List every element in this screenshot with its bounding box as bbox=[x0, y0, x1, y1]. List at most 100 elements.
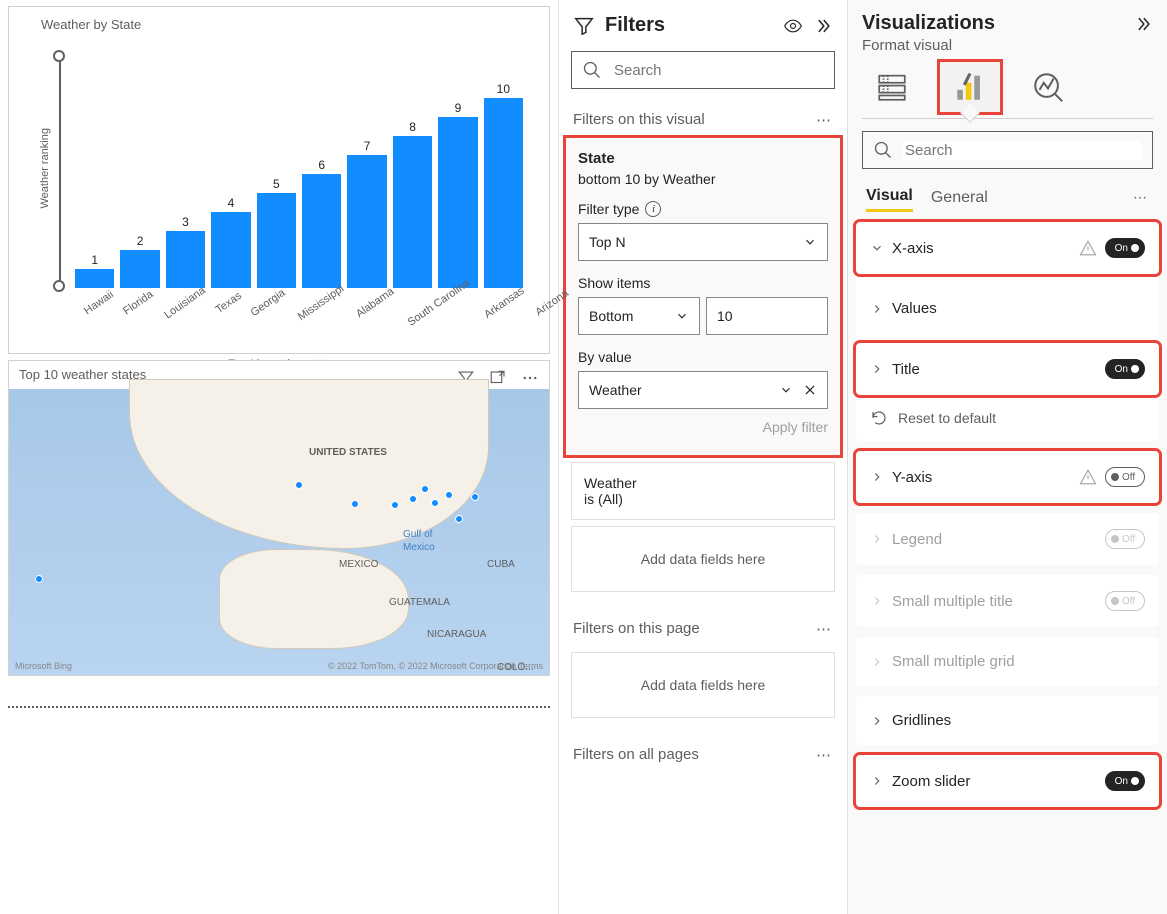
chevron-down-icon bbox=[675, 309, 689, 323]
bar[interactable]: 4 bbox=[211, 196, 250, 288]
chevron-right-icon bbox=[870, 774, 884, 788]
format-yaxis-row[interactable]: Y-axis Off bbox=[856, 451, 1159, 503]
bar-value-label: 5 bbox=[273, 177, 280, 191]
bar-rect bbox=[484, 98, 523, 288]
more-options-icon[interactable]: ⋯ bbox=[816, 746, 833, 764]
bar-chart-visual[interactable]: Weather by State Weather ranking 1 2 3 4 5 6 7… bbox=[8, 6, 550, 354]
more-options-icon[interactable] bbox=[517, 365, 543, 391]
search-icon bbox=[873, 140, 893, 160]
chevron-right-icon bbox=[870, 470, 884, 484]
viz-search-box[interactable] bbox=[862, 131, 1153, 169]
bar-value-label: 6 bbox=[318, 158, 325, 172]
bar-value-label: 10 bbox=[497, 82, 510, 96]
bar[interactable]: 2 bbox=[120, 234, 159, 288]
yaxis-toggle[interactable]: Off bbox=[1105, 467, 1145, 487]
clear-icon[interactable] bbox=[803, 383, 817, 397]
format-visual-tab[interactable] bbox=[940, 62, 1000, 112]
by-value-select[interactable]: Weather bbox=[578, 371, 828, 409]
more-options-icon[interactable]: ⋯ bbox=[1133, 189, 1149, 206]
format-legend-row[interactable]: Legend Off bbox=[856, 513, 1159, 565]
reset-to-default-button[interactable]: Reset to default bbox=[856, 395, 1159, 441]
add-fields-dropzone[interactable]: Add data fields here bbox=[571, 652, 835, 718]
filters-pane: Filters Filters on this visual ⋯ State b… bbox=[558, 0, 847, 914]
bar[interactable]: 9 bbox=[438, 101, 477, 288]
filter-field-name: Weather bbox=[584, 475, 822, 491]
format-values-row[interactable]: Values bbox=[856, 284, 1159, 333]
filter-icon bbox=[573, 15, 595, 37]
reset-icon bbox=[870, 409, 888, 427]
bar[interactable]: 3 bbox=[166, 215, 205, 288]
filter-card-state[interactable]: State bottom 10 by Weather Filter type i… bbox=[565, 137, 841, 456]
bar[interactable]: 6 bbox=[302, 158, 341, 288]
bar[interactable]: 10 bbox=[484, 82, 523, 288]
map-attribution-left: Microsoft Bing bbox=[15, 661, 72, 671]
more-options-icon[interactable]: ⋯ bbox=[816, 111, 833, 129]
format-small-multiple-grid-row[interactable]: Small multiple grid bbox=[856, 637, 1159, 686]
eye-icon[interactable] bbox=[783, 16, 803, 36]
build-visual-tab[interactable] bbox=[862, 62, 922, 112]
chevron-right-icon bbox=[870, 594, 884, 608]
warning-icon bbox=[1079, 468, 1097, 486]
chart-title: Weather by State bbox=[41, 17, 529, 32]
format-gridlines-row[interactable]: Gridlines bbox=[856, 696, 1159, 745]
collapse-pane-icon[interactable] bbox=[813, 16, 833, 36]
bar[interactable]: 7 bbox=[347, 139, 386, 288]
filter-type-label: Filter type bbox=[578, 201, 639, 217]
map-visual[interactable]: Top 10 weather states UNITED STATES MEXI… bbox=[8, 360, 550, 676]
bar-value-label: 3 bbox=[182, 215, 189, 229]
y-axis-label: Weather ranking bbox=[35, 128, 51, 209]
bar-rect bbox=[393, 136, 432, 288]
filter-type-select[interactable]: Top N bbox=[578, 223, 828, 261]
smt-toggle: Off bbox=[1105, 591, 1145, 611]
chevron-right-icon bbox=[870, 655, 884, 669]
chevron-right-icon bbox=[870, 532, 884, 546]
bar-rect bbox=[257, 193, 296, 288]
chevron-down-icon bbox=[870, 241, 884, 255]
format-small-multiple-title-row[interactable]: Small multiple title Off bbox=[856, 575, 1159, 627]
filters-title: Filters bbox=[605, 14, 773, 37]
bar-value-label: 8 bbox=[409, 120, 416, 134]
info-icon[interactable]: i bbox=[645, 201, 661, 217]
filter-card-weather[interactable]: Weather is (All) bbox=[571, 462, 835, 520]
filters-search-input[interactable] bbox=[612, 61, 824, 80]
viz-search-input[interactable] bbox=[903, 141, 1142, 160]
collapse-pane-icon[interactable] bbox=[1133, 14, 1153, 34]
add-fields-dropzone[interactable]: Add data fields here bbox=[571, 526, 835, 592]
bar-value-label: 9 bbox=[455, 101, 462, 115]
chevron-down-icon bbox=[779, 383, 793, 397]
map-area[interactable]: UNITED STATES MEXICO Gulf of Mexico CUBA… bbox=[9, 389, 549, 675]
bar[interactable]: 5 bbox=[257, 177, 296, 288]
chevron-down-icon bbox=[803, 235, 817, 249]
bar-rect bbox=[211, 212, 250, 288]
title-toggle[interactable]: On bbox=[1105, 359, 1145, 379]
general-tab[interactable]: General bbox=[931, 185, 988, 211]
format-title-row[interactable]: Title On bbox=[856, 343, 1159, 395]
bar-rect bbox=[166, 231, 205, 288]
filters-section-page: Filters on this page bbox=[573, 620, 700, 638]
filter-summary: bottom 10 by Weather bbox=[578, 171, 828, 187]
xaxis-toggle[interactable]: On bbox=[1105, 238, 1145, 258]
format-xaxis-row[interactable]: X-axis On bbox=[856, 222, 1159, 274]
report-canvas: Weather by State Weather ranking 1 2 3 4 5 6 7… bbox=[0, 0, 558, 914]
visual-tab[interactable]: Visual bbox=[866, 183, 913, 212]
chevron-right-icon bbox=[870, 362, 884, 376]
bar-rect bbox=[120, 250, 159, 288]
zoom-toggle[interactable]: On bbox=[1105, 771, 1145, 791]
bar-rect bbox=[302, 174, 341, 288]
format-zoom-slider-row[interactable]: Zoom slider On bbox=[856, 755, 1159, 807]
map-attribution-right: © 2022 TomTom, © 2022 Microsoft Corporat… bbox=[328, 661, 543, 671]
filters-section-visual: Filters on this visual bbox=[573, 111, 705, 129]
more-options-icon[interactable]: ⋯ bbox=[816, 620, 833, 638]
analytics-tab[interactable] bbox=[1018, 62, 1078, 112]
apply-filter-button[interactable]: Apply filter bbox=[578, 419, 828, 435]
show-items-count-input[interactable]: 10 bbox=[706, 297, 828, 335]
bar-value-label: 1 bbox=[91, 253, 98, 267]
filters-search-box[interactable] bbox=[571, 51, 835, 89]
bar[interactable]: 1 bbox=[75, 253, 114, 288]
bar-value-label: 2 bbox=[137, 234, 144, 248]
bar[interactable]: 8 bbox=[393, 120, 432, 288]
show-items-label: Show items bbox=[578, 275, 828, 291]
chevron-right-icon bbox=[870, 714, 884, 728]
y-axis-slider[interactable] bbox=[51, 38, 69, 298]
show-items-direction-select[interactable]: Bottom bbox=[578, 297, 700, 335]
